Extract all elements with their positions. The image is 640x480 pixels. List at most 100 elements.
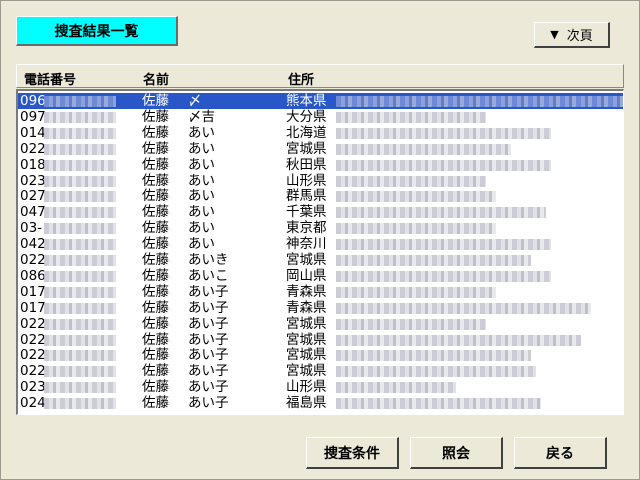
row-prefecture: 北海道 bbox=[286, 124, 327, 141]
row-phone: 023 bbox=[20, 379, 46, 396]
row-prefecture: 熊本県 bbox=[286, 93, 327, 109]
row-phone: 017 bbox=[20, 283, 46, 300]
table-row[interactable]: 042 佐藤 あい 神奈川 bbox=[18, 236, 623, 253]
table-row[interactable]: 017 佐藤 あい子 青森県 bbox=[18, 299, 623, 316]
redacted-phone bbox=[44, 398, 116, 410]
inquiry-button[interactable]: 照会 bbox=[410, 437, 503, 469]
row-prefecture: 宮城県 bbox=[286, 252, 327, 268]
row-phone: 086 bbox=[20, 267, 46, 284]
column-header-name[interactable]: 名前 bbox=[143, 69, 169, 88]
table-row[interactable]: 017 佐藤 あい子 青森県 bbox=[18, 283, 623, 300]
redacted-phone bbox=[44, 143, 116, 155]
redacted-phone bbox=[44, 111, 116, 123]
table-row[interactable]: 047 佐藤 あい 千葉県 bbox=[18, 204, 623, 221]
next-page-button[interactable]: ▼ 次頁 bbox=[534, 22, 610, 48]
row-prefecture: 山形県 bbox=[286, 379, 327, 396]
row-prefecture: 宮城県 bbox=[286, 140, 327, 157]
table-row[interactable]: 024 佐藤 あい子 福島県 bbox=[18, 395, 623, 412]
redacted-phone bbox=[44, 175, 116, 187]
redacted-address bbox=[336, 334, 581, 346]
row-phone: 022 bbox=[20, 363, 46, 380]
list-header[interactable]: 電話番号 名前 住所 bbox=[16, 64, 624, 88]
row-given-name: あいこ bbox=[188, 267, 229, 284]
row-given-name: 〆 bbox=[188, 93, 202, 109]
row-prefecture: 秋田県 bbox=[286, 156, 327, 173]
row-surname: 佐藤 bbox=[142, 331, 169, 348]
row-surname: 佐藤 bbox=[142, 93, 169, 109]
row-given-name: あい子 bbox=[188, 395, 229, 412]
redacted-phone bbox=[44, 223, 116, 235]
row-surname: 佐藤 bbox=[142, 220, 169, 237]
redacted-phone bbox=[44, 334, 116, 346]
column-header-address[interactable]: 住所 bbox=[288, 69, 314, 88]
row-given-name: あい子 bbox=[188, 331, 229, 348]
row-phone: 024 bbox=[20, 395, 46, 412]
redacted-address bbox=[336, 111, 486, 123]
row-given-name: あい bbox=[188, 220, 215, 237]
row-prefecture: 群馬県 bbox=[286, 188, 327, 205]
redacted-address bbox=[336, 207, 546, 219]
redacted-address bbox=[336, 302, 591, 314]
table-row[interactable]: 022 佐藤 あい子 宮城県 bbox=[18, 363, 623, 380]
redacted-address bbox=[336, 398, 541, 410]
redacted-address bbox=[336, 366, 536, 378]
table-row[interactable]: 022 佐藤 あい子 宮城県 bbox=[18, 331, 623, 348]
row-prefecture: 東京都 bbox=[286, 220, 327, 237]
row-phone: 018 bbox=[20, 156, 46, 173]
redacted-address bbox=[336, 191, 496, 203]
redacted-phone bbox=[44, 239, 116, 251]
table-row[interactable]: 022 佐藤 あい子 宮城県 bbox=[18, 347, 623, 363]
table-row[interactable]: 018 佐藤 あい 秋田県 bbox=[18, 156, 623, 173]
row-phone: 022 bbox=[20, 331, 46, 348]
redacted-phone bbox=[44, 96, 116, 107]
redacted-phone bbox=[44, 270, 116, 282]
redacted-phone bbox=[44, 127, 116, 139]
redacted-address bbox=[336, 270, 551, 282]
redacted-phone bbox=[44, 366, 116, 378]
table-row[interactable]: 022 佐藤 あい 宮城県 bbox=[18, 140, 623, 157]
redacted-phone bbox=[44, 350, 116, 362]
row-phone: 022 bbox=[20, 315, 46, 332]
row-given-name: あい bbox=[188, 236, 215, 253]
table-row[interactable]: 023 佐藤 あい 山形県 bbox=[18, 172, 623, 189]
redacted-address bbox=[336, 159, 551, 171]
table-row[interactable]: 027 佐藤 あい 群馬県 bbox=[18, 188, 623, 205]
row-given-name: あい子 bbox=[188, 363, 229, 380]
row-phone: 022 bbox=[20, 252, 46, 268]
redacted-address bbox=[336, 96, 623, 107]
table-row[interactable]: 022 佐藤 あい子 宮城県 bbox=[18, 315, 623, 332]
row-surname: 佐藤 bbox=[142, 188, 169, 205]
row-surname: 佐藤 bbox=[142, 379, 169, 396]
table-row[interactable]: 022 佐藤 あいき 宮城県 bbox=[18, 252, 623, 268]
results-list[interactable]: 096 佐藤〆熊本県 097 佐藤 〆吉 大分県 014 佐藤 あい 北海道 022 佐藤 あい 宮城県 0… bbox=[16, 89, 624, 415]
table-row[interactable]: 014 佐藤 あい 北海道 bbox=[18, 124, 623, 141]
search-conditions-button[interactable]: 捜査条件 bbox=[306, 437, 399, 469]
column-header-phone[interactable]: 電話番号 bbox=[24, 69, 76, 88]
redacted-phone bbox=[44, 382, 116, 394]
row-phone: 042 bbox=[20, 236, 46, 253]
row-prefecture: 宮城県 bbox=[286, 363, 327, 380]
redacted-phone bbox=[44, 191, 116, 203]
row-surname: 佐藤 bbox=[142, 140, 169, 157]
redacted-address bbox=[336, 350, 531, 362]
redacted-address bbox=[336, 223, 496, 235]
row-given-name: あい bbox=[188, 204, 215, 221]
row-surname: 佐藤 bbox=[142, 156, 169, 173]
table-row[interactable]: 086 佐藤 あいこ 岡山県 bbox=[18, 267, 623, 284]
row-phone: 097 bbox=[20, 108, 46, 125]
table-row[interactable]: 096 佐藤 〆 熊本県 bbox=[18, 93, 623, 109]
row-given-name: あい bbox=[188, 124, 215, 141]
table-row[interactable]: 023 佐藤 あい子 山形県 bbox=[18, 379, 623, 396]
table-row[interactable]: 097 佐藤 〆吉 大分県 bbox=[18, 108, 623, 125]
row-given-name: あいき bbox=[188, 252, 229, 268]
back-button[interactable]: 戻る bbox=[514, 437, 607, 469]
row-phone: 023 bbox=[20, 172, 46, 189]
row-prefecture: 青森県 bbox=[286, 283, 327, 300]
table-row[interactable]: 03- 佐藤 あい 東京都 bbox=[18, 220, 623, 237]
row-phone: 03- bbox=[20, 220, 43, 237]
row-phone: 014 bbox=[20, 124, 46, 141]
row-surname: 佐藤 bbox=[142, 108, 169, 125]
row-surname: 佐藤 bbox=[142, 267, 169, 284]
row-given-name: あい子 bbox=[188, 299, 229, 316]
row-phone: 027 bbox=[20, 188, 46, 205]
